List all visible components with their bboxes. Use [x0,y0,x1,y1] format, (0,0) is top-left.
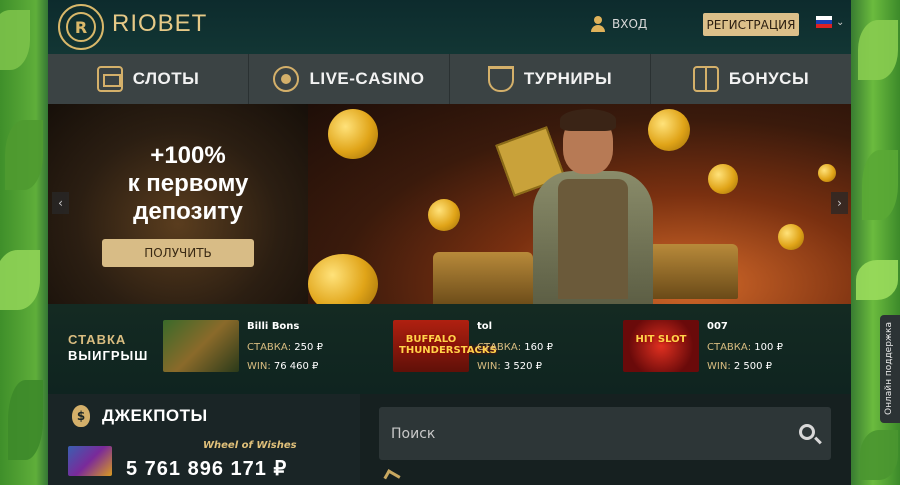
player-name: tol [477,321,493,332]
roulette-icon [273,66,300,92]
game-thumbnail[interactable]: BUFFALO THUNDERSTACKS [393,320,497,372]
win-amount: WIN: 76 460 ₽ [247,361,319,372]
player-name: Billi Bons [247,321,300,332]
nav-item-bonuses[interactable]: БОНУСЫ [651,54,851,104]
win-amount: WIN: 3 520 ₽ [477,361,543,372]
nav-label: СЛОТЫ [132,69,200,88]
jackpots-title: ДЖЕКПОТЫ [102,406,208,425]
user-icon [590,16,606,32]
money-bag-icon: $ [72,405,90,427]
logo-icon[interactable]: R [58,4,104,50]
nav-item-tournaments[interactable]: ТУРНИРЫ [450,54,651,104]
next-arrow-icon[interactable]: › [831,192,848,214]
search-box [379,407,831,460]
login-link[interactable]: ВХОД [590,16,647,32]
promo-banner[interactable]: +100% к первому депозиту ПОЛУЧИТЬ ‹ › [48,104,851,304]
winner-card[interactable]: HIT SLOT 007 СТАВКА: 100 ₽ WIN: 2 500 ₽ [623,320,823,375]
promo-title: +100% к первому депозиту [127,142,249,225]
game-thumbnail[interactable]: HIT SLOT [623,320,699,372]
winner-card[interactable]: Billi Bons СТАВКА: 250 ₽ WIN: 76 460 ₽ [163,320,363,375]
category-icon[interactable] [383,469,401,485]
jackpot-amount: 5 761 896 171 ₽ [126,458,288,480]
get-bonus-button[interactable]: ПОЛУЧИТЬ [102,239,254,267]
search-icon[interactable] [799,424,815,440]
player-name: 007 [707,321,728,332]
chevron-down-icon: ⌄ [836,16,845,28]
adventurer-illustration [518,109,668,304]
main-nav: СЛОТЫ LIVE-CASINO ТУРНИРЫ БОНУСЫ [48,54,851,104]
russia-flag-icon [816,16,832,28]
game-thumbnail[interactable] [163,320,239,372]
nav-item-live-casino[interactable]: LIVE-CASINO [249,54,450,104]
prev-arrow-icon[interactable]: ‹ [52,192,69,214]
bet-amount: СТАВКА: 160 ₽ [477,342,553,353]
jackpot-game-name[interactable]: Wheel of Wishes [203,440,297,451]
language-selector[interactable]: ⌄ [816,16,844,28]
site-header: R RIOBET ВХОД РЕГИСТРАЦИЯ ⌄ [48,0,851,54]
jackpots-panel: $ ДЖЕКПОТЫ Wheel of Wishes 5 761 896 171… [48,394,360,485]
nav-label: ТУРНИРЫ [523,69,613,88]
win-amount: WIN: 2 500 ₽ [707,361,773,372]
search-input[interactable] [391,407,791,460]
login-label: ВХОД [612,17,648,31]
search-section [360,394,851,485]
bet-amount: СТАВКА: 100 ₽ [707,342,783,353]
register-button[interactable]: РЕГИСТРАЦИЯ [703,13,799,36]
jackpot-game-thumbnail[interactable] [68,446,112,476]
nav-label: LIVE-CASINO [309,69,425,88]
nav-label: БОНУСЫ [728,69,810,88]
support-label: Онлайн поддержка [884,322,894,415]
trophy-icon [487,66,514,92]
online-support-tab[interactable]: Онлайн поддержка [880,315,900,423]
winners-heading: СТАВКА ВЫИГРЫШ [68,332,149,363]
nav-item-slots[interactable]: СЛОТЫ [48,54,249,104]
slot-machine-icon [96,66,123,92]
gift-icon [692,66,719,92]
bet-amount: СТАВКА: 250 ₽ [247,342,323,353]
recent-winners: СТАВКА ВЫИГРЫШ Billi Bons СТАВКА: 250 ₽ … [48,304,851,394]
logo-text[interactable]: RIOBET [112,10,207,38]
winner-card[interactable]: BUFFALO THUNDERSTACKS tol СТАВКА: 160 ₽ … [393,320,593,375]
